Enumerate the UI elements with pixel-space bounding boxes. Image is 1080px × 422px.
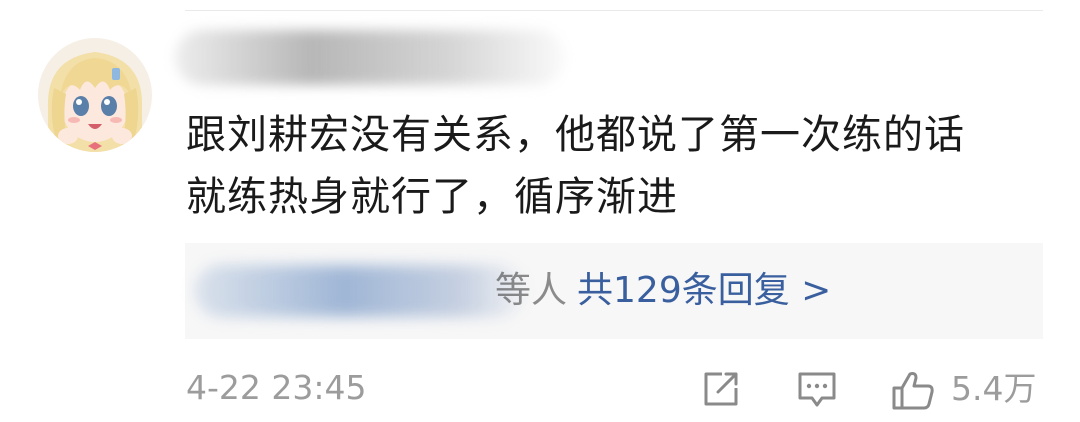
divider xyxy=(185,10,1043,11)
like-button[interactable] xyxy=(890,368,938,410)
replies-preview[interactable]: 等人 共129条回复 > xyxy=(185,243,1043,339)
replier-name-redacted xyxy=(195,265,525,317)
anime-avatar-image xyxy=(38,38,152,152)
view-replies-link[interactable]: 共129条回复 > xyxy=(577,270,831,311)
like-count: 5.4万 xyxy=(951,369,1037,408)
replies-suffix: 等人 xyxy=(495,270,568,311)
replies-summary[interactable]: 等人 共129条回复 > xyxy=(495,265,831,317)
reply-button[interactable] xyxy=(796,368,838,410)
comment-line: 跟刘耕宏没有关系，他都说了第一次练的话 xyxy=(186,112,965,158)
timestamp: 4-22 23:45 xyxy=(186,368,367,407)
share-button[interactable] xyxy=(700,368,742,410)
avatar[interactable] xyxy=(38,38,152,152)
thumbs-up-icon xyxy=(892,372,934,410)
share-icon xyxy=(704,372,738,406)
comment-line: 就练热身就行了，循序渐进 xyxy=(186,174,678,220)
author-name-redacted[interactable] xyxy=(175,30,565,85)
comment-text: 跟刘耕宏没有关系，他都说了第一次练的话 就练热身就行了，循序渐进 xyxy=(186,104,1046,228)
comment-icon xyxy=(798,372,836,407)
